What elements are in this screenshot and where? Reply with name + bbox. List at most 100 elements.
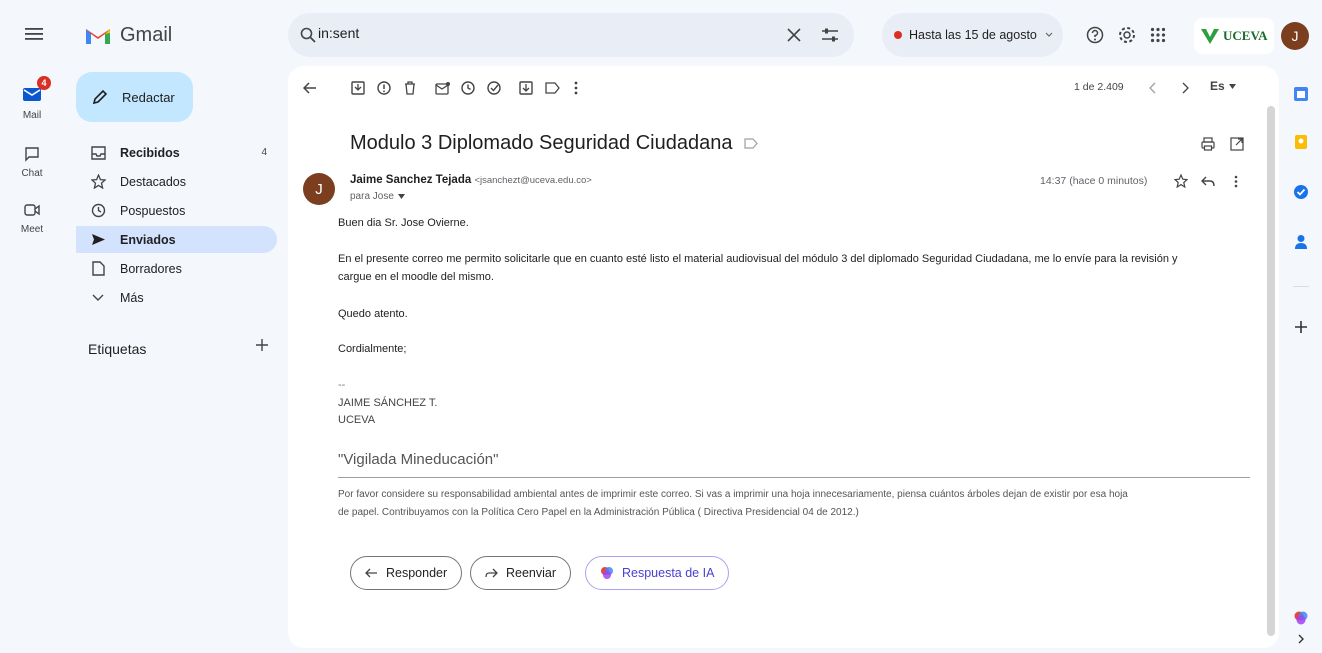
contacts-icon	[1295, 235, 1307, 249]
reply-icon	[1201, 176, 1215, 186]
newer-button[interactable]	[1142, 78, 1162, 98]
forward-label: Reenviar	[506, 566, 557, 580]
print-button[interactable]	[1198, 134, 1218, 154]
more-vertical-icon	[1234, 175, 1238, 187]
sidebar-item-inbox[interactable]: Recibidos 4	[76, 139, 277, 166]
sender-name[interactable]: Jaime Sanchez Tejada	[350, 174, 471, 186]
sidebar-item-label: Pospuestos	[120, 203, 186, 218]
archive-button[interactable]	[348, 78, 368, 98]
sidebar-item-starred[interactable]: Destacados	[76, 168, 277, 195]
forward-icon	[485, 568, 498, 578]
search-options-button[interactable]	[821, 27, 839, 43]
star-icon	[90, 174, 106, 189]
sidebar-item-snoozed[interactable]: Pospuestos	[76, 197, 277, 224]
report-spam-button[interactable]	[374, 78, 394, 98]
keep-icon	[1295, 135, 1307, 149]
label-icon	[544, 82, 560, 94]
clear-search-button[interactable]	[787, 28, 801, 42]
help-button[interactable]	[1086, 26, 1104, 44]
sidebar-item-more[interactable]: Más	[76, 284, 277, 311]
search-input[interactable]	[318, 25, 758, 41]
message-panel: 1 de 2.409 Es Modulo 3 Diplomado Segurid…	[288, 66, 1279, 648]
sender-avatar[interactable]: J	[303, 173, 335, 205]
email-closing-1: Quedo atento.	[338, 308, 408, 320]
apps-button[interactable]	[1150, 27, 1166, 43]
create-label-button[interactable]	[255, 338, 271, 354]
snooze-button[interactable]	[458, 78, 478, 98]
sender-email: <jsanchezt@uceva.edu.co>	[474, 175, 592, 186]
label-button[interactable]	[542, 78, 562, 98]
pagination-text: 1 de 2.409	[1074, 81, 1124, 93]
reply-label: Responder	[386, 566, 448, 580]
move-to-button[interactable]	[516, 78, 536, 98]
compose-button[interactable]: Redactar	[76, 72, 193, 122]
open-new-window-button[interactable]	[1227, 134, 1247, 154]
plus-icon	[1295, 321, 1307, 333]
message-more-button[interactable]	[1226, 171, 1246, 191]
status-dot-icon	[894, 31, 902, 39]
forward-button[interactable]: Reenviar	[470, 556, 572, 590]
main-menu-button[interactable]	[24, 24, 44, 44]
add-task-button[interactable]	[484, 78, 504, 98]
label-important-icon[interactable]	[744, 138, 758, 149]
search-icon	[300, 27, 316, 43]
email-subject: Modulo 3 Diplomado Seguridad Ciudadana	[350, 132, 758, 155]
back-button[interactable]	[300, 78, 320, 98]
mail-unread-badge: 4	[37, 76, 51, 90]
older-button[interactable]	[1176, 78, 1196, 98]
sidebar-item-label: Más	[120, 290, 144, 305]
search-bar	[288, 13, 854, 57]
clock-icon	[461, 81, 475, 95]
chevron-down-icon	[92, 294, 104, 301]
chevron-down-icon	[1045, 32, 1053, 37]
send-icon	[91, 234, 105, 245]
vigilada-text: "Vigilada Mineducación"	[338, 451, 499, 468]
more-options-button[interactable]	[566, 78, 586, 98]
sidebar-item-sent[interactable]: Enviados	[76, 226, 277, 253]
status-selector[interactable]: Hasta las 15 de agosto	[882, 13, 1063, 57]
chevron-left-icon	[1149, 82, 1156, 94]
get-addons-button[interactable]	[1290, 316, 1312, 338]
reply-icon-button[interactable]	[1198, 171, 1218, 191]
input-language-button[interactable]: Es	[1210, 79, 1236, 93]
chevron-right-icon	[1298, 634, 1304, 644]
rail-meet-button[interactable]	[22, 200, 42, 220]
ai-reply-label: Respuesta de IA	[622, 566, 715, 580]
star-button[interactable]	[1171, 171, 1191, 191]
organization-logo-text: UCEVA	[1223, 28, 1268, 43]
gmail-logo[interactable]: Gmail	[84, 24, 172, 47]
expand-side-panel-button[interactable]	[1290, 628, 1312, 650]
close-icon	[787, 28, 801, 42]
sidebar-item-label: Borradores	[120, 261, 182, 276]
plus-icon	[256, 339, 268, 351]
account-avatar[interactable]: J	[1281, 22, 1309, 50]
status-label: Hasta las 15 de agosto	[909, 28, 1037, 42]
message-scrollbar[interactable]	[1267, 106, 1275, 636]
signature-separator: --	[338, 379, 346, 391]
star-icon	[1174, 174, 1188, 188]
rail-chat-button[interactable]	[22, 144, 42, 164]
recipient-text: para Jose	[350, 191, 394, 202]
calendar-button[interactable]	[1290, 83, 1312, 105]
search-button[interactable]	[300, 27, 316, 43]
inbox-icon	[90, 145, 106, 160]
gmail-wordmark: Gmail	[120, 24, 173, 46]
reply-button[interactable]: Responder	[350, 556, 463, 590]
archive-icon	[351, 81, 365, 95]
contacts-button[interactable]	[1290, 231, 1312, 253]
chat-icon	[25, 147, 39, 162]
settings-button[interactable]	[1118, 26, 1136, 44]
ai-reply-button[interactable]: Respuesta de IA	[585, 556, 730, 590]
gemini-button[interactable]	[1290, 607, 1312, 629]
delete-button[interactable]	[400, 78, 420, 98]
keep-button[interactable]	[1290, 131, 1312, 153]
mark-unread-button[interactable]	[432, 78, 452, 98]
sidebar-item-drafts[interactable]: Borradores	[76, 255, 277, 282]
email-greeting: Buen dia Sr. Jose Ovierne.	[338, 217, 469, 229]
sidebar-item-label: Enviados	[120, 232, 176, 247]
organization-logo[interactable]: UCEVA	[1194, 18, 1274, 54]
recipient-details-button[interactable]: para Jose	[350, 191, 405, 202]
move-to-icon	[519, 81, 533, 95]
tasks-button[interactable]	[1290, 181, 1312, 203]
arrow-left-icon	[303, 82, 316, 94]
